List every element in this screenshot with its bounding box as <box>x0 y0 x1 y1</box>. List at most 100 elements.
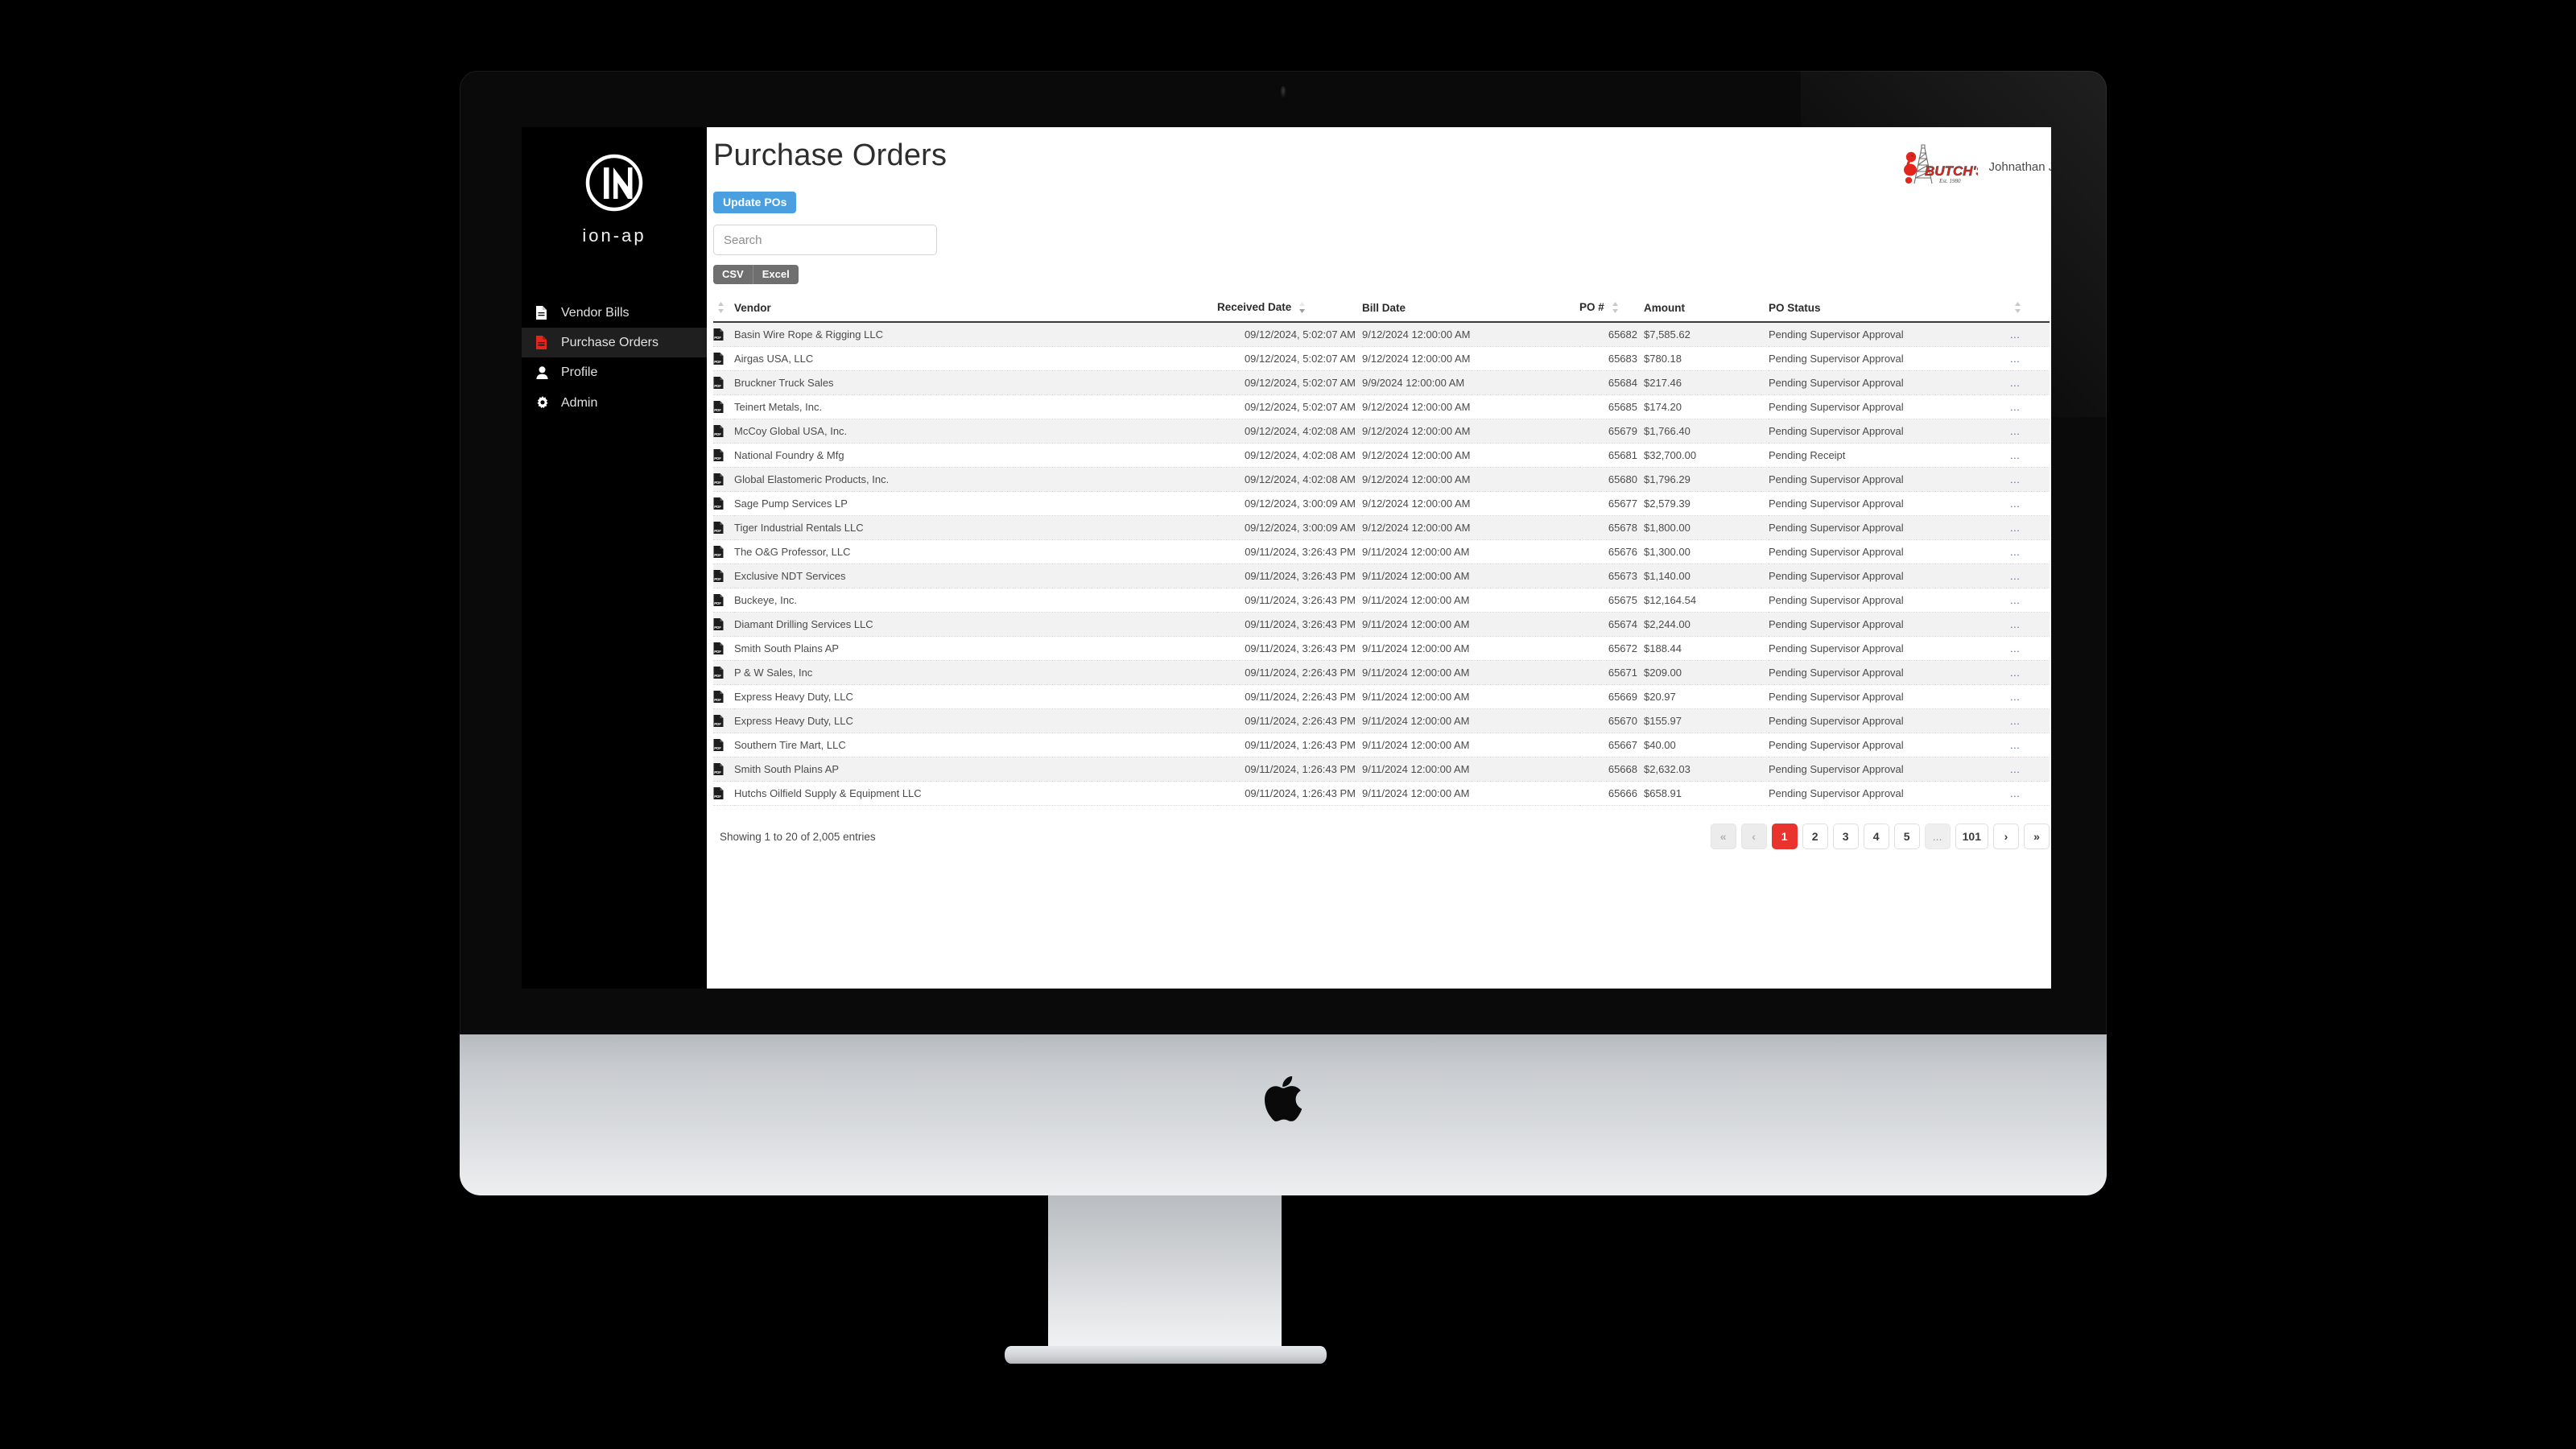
table-row[interactable]: PDF The O&G Professor, LLC 09/11/2024, 3:2… <box>713 539 2050 565</box>
pdf-icon[interactable]: PDF <box>713 467 734 493</box>
table-row[interactable]: PDF Express Heavy Duty, LLC 09/11/2024, 2:… <box>713 684 2050 710</box>
th-bill-date[interactable]: Bill Date <box>1362 295 1579 324</box>
pdf-icon[interactable]: PDF <box>713 708 734 734</box>
table-row[interactable]: PDF Smith South Plains AP 09/11/2024, 3:26… <box>713 636 2050 662</box>
table-row[interactable]: PDF Basin Wire Rope & Rigging LLC 09/12/20… <box>713 322 2050 348</box>
pagination-page-4[interactable]: 4 <box>1863 824 1889 850</box>
cell-received-date: 09/11/2024, 2:26:43 PM <box>1217 684 1362 710</box>
table-row[interactable]: PDF National Foundry & Mfg 09/12/2024, 4:0… <box>713 443 2050 469</box>
cell-detail[interactable]: ... <box>2010 491 2050 517</box>
pdf-icon[interactable]: PDF <box>713 394 734 420</box>
cell-detail[interactable]: ... <box>2010 781 2050 807</box>
cell-detail[interactable]: ... <box>2010 322 2050 348</box>
detail-link: ... <box>2010 594 2021 607</box>
pdf-icon[interactable]: PDF <box>713 539 734 565</box>
pdf-icon[interactable]: PDF <box>713 757 734 782</box>
detail-link: ... <box>2010 328 2021 341</box>
table-row[interactable]: PDF Exclusive NDT Services 09/11/2024, 3:2… <box>713 564 2050 589</box>
table-row[interactable]: PDF Sage Pump Services LP 09/12/2024, 3:00… <box>713 491 2050 517</box>
pagination-page-1[interactable]: 1 <box>1771 824 1798 850</box>
cell-po-status: Pending Supervisor Approval <box>1769 394 2010 420</box>
pdf-icon[interactable]: PDF <box>713 370 734 396</box>
th-po-number[interactable]: PO # <box>1579 295 1644 324</box>
pagination-page-3[interactable]: 3 <box>1832 824 1859 850</box>
pdf-icon[interactable]: PDF <box>713 491 734 517</box>
export-csv-button[interactable]: CSV <box>713 265 753 284</box>
cell-detail[interactable]: ... <box>2010 346 2050 372</box>
table-row[interactable]: PDF Bruckner Truck Sales 09/12/2024, 5:02:… <box>713 370 2050 396</box>
sidebar-item-profile[interactable]: Profile <box>522 357 707 387</box>
table-row[interactable]: PDF Global Elastomeric Products, Inc. 09/1… <box>713 467 2050 493</box>
cell-detail[interactable]: ... <box>2010 370 2050 396</box>
table-row[interactable]: PDF Tiger Industrial Rentals LLC 09/12/202… <box>713 515 2050 541</box>
pdf-icon[interactable]: PDF <box>713 443 734 469</box>
detail-link: ... <box>2010 546 2021 559</box>
cell-detail[interactable]: ... <box>2010 564 2050 589</box>
cell-detail[interactable]: ... <box>2010 733 2050 758</box>
table-header: Vendor Received Date Bill Date PO # Amou… <box>713 295 2050 324</box>
table-row[interactable]: PDF Diamant Drilling Services LLC 09/11/20… <box>713 612 2050 638</box>
sidebar-item-admin[interactable]: Admin <box>522 388 707 418</box>
export-excel-button[interactable]: Excel <box>752 265 799 284</box>
cell-detail[interactable]: ... <box>2010 660 2050 686</box>
table-row[interactable]: PDF Buckeye, Inc. 09/11/2024, 3:26:43 PM 9/… <box>713 588 2050 613</box>
pdf-icon[interactable]: PDF <box>713 322 734 348</box>
sidebar-item-vendor-bills[interactable]: Vendor Bills <box>522 298 707 328</box>
cell-detail[interactable]: ... <box>2010 515 2050 541</box>
cell-detail[interactable]: ... <box>2010 419 2050 444</box>
cell-po-status: Pending Supervisor Approval <box>1769 781 2010 807</box>
cell-detail[interactable]: ... <box>2010 612 2050 638</box>
cell-detail[interactable]: ... <box>2010 467 2050 493</box>
search-input[interactable] <box>713 225 937 255</box>
pdf-icon[interactable]: PDF <box>713 612 734 638</box>
sidebar-item-purchase-orders[interactable]: Purchase Orders <box>522 328 707 358</box>
pdf-icon[interactable]: PDF <box>713 636 734 662</box>
cell-po-number: 65669 <box>1579 684 1644 710</box>
pdf-icon[interactable]: PDF <box>713 733 734 758</box>
pdf-icon[interactable]: PDF <box>713 588 734 613</box>
cell-detail[interactable]: ... <box>2010 394 2050 420</box>
th-received-date[interactable]: Received Date <box>1217 295 1362 324</box>
th-pdf[interactable] <box>713 295 734 324</box>
pdf-icon[interactable]: PDF <box>713 660 734 686</box>
cell-detail[interactable]: ... <box>2010 708 2050 734</box>
update-pos-button[interactable]: Update POs <box>713 192 797 213</box>
pdf-icon[interactable]: PDF <box>713 346 734 372</box>
th-po-status[interactable]: PO Status <box>1769 295 2010 324</box>
table-row[interactable]: PDF Hutchs Oilfield Supply & Equipment LL… <box>713 781 2050 807</box>
cell-detail[interactable]: ... <box>2010 539 2050 565</box>
cell-po-number: 65673 <box>1579 564 1644 589</box>
table-row[interactable]: PDF McCoy Global USA, Inc. 09/12/2024, 4:0… <box>713 419 2050 444</box>
svg-text:PDF: PDF <box>714 336 721 341</box>
pagination-page-5[interactable]: 5 <box>1893 824 1920 850</box>
pdf-icon[interactable]: PDF <box>713 564 734 589</box>
table-row[interactable]: PDF P & W Sales, Inc 09/11/2024, 2:26:43 P… <box>713 660 2050 686</box>
cell-bill-date: 9/12/2024 12:00:00 AM <box>1362 443 1579 469</box>
cell-vendor: Exclusive NDT Services <box>734 564 1217 589</box>
cell-detail[interactable]: ... <box>2010 588 2050 613</box>
th-detail[interactable] <box>2010 295 2050 324</box>
pdf-icon[interactable]: PDF <box>713 419 734 444</box>
pdf-icon[interactable]: PDF <box>713 515 734 541</box>
table-row[interactable]: PDF Teinert Metals, Inc. 09/12/2024, 5:02:… <box>713 394 2050 420</box>
table-row[interactable]: PDF Airgas USA, LLC 09/12/2024, 5:02:07 AM… <box>713 346 2050 372</box>
pdf-icon[interactable]: PDF <box>713 684 734 710</box>
cell-detail[interactable]: ... <box>2010 757 2050 782</box>
th-amount[interactable]: Amount <box>1644 295 1769 324</box>
cell-detail[interactable]: ... <box>2010 636 2050 662</box>
pagination-page-2[interactable]: 2 <box>1802 824 1828 850</box>
th-vendor[interactable]: Vendor <box>734 295 1217 324</box>
pdf-icon[interactable]: PDF <box>713 781 734 807</box>
pagination-page-101[interactable]: 101 <box>1955 824 1988 850</box>
table-row[interactable]: PDF Smith South Plains AP 09/11/2024, 1:26… <box>713 757 2050 782</box>
table-row[interactable]: PDF Express Heavy Duty, LLC 09/11/2024, 2:… <box>713 708 2050 734</box>
cell-vendor: Global Elastomeric Products, Inc. <box>734 467 1217 493</box>
table-row[interactable]: PDF Southern Tire Mart, LLC 09/11/2024, 1:… <box>713 733 2050 758</box>
cell-po-status: Pending Supervisor Approval <box>1769 612 2010 638</box>
cell-detail[interactable]: ... <box>2010 443 2050 469</box>
table-header-row: Vendor Received Date Bill Date PO # Amou… <box>713 295 2050 324</box>
cell-detail[interactable]: ... <box>2010 684 2050 710</box>
cell-bill-date: 9/12/2024 12:00:00 AM <box>1362 491 1579 517</box>
pagination-next[interactable]: › <box>1993 824 2019 850</box>
pagination-last[interactable]: » <box>2024 824 2050 850</box>
